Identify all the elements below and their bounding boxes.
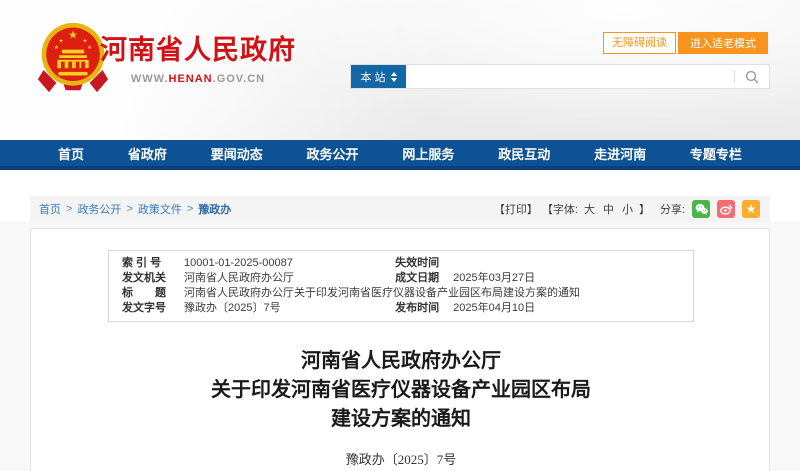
font-size-large[interactable]: 大 — [584, 201, 595, 217]
search-bar: 本 站 — [350, 64, 770, 89]
national-emblem-logo[interactable]: ★ ★ ★ ★ ★ — [36, 22, 110, 94]
svg-text:★: ★ — [87, 45, 92, 51]
share-qzone-button[interactable]: ★ — [742, 200, 760, 218]
site-scope-select[interactable]: 本 站 — [351, 65, 406, 88]
nav-item-special-topics[interactable]: 专题专栏 — [690, 144, 742, 163]
site-url-domain: HENAN — [168, 73, 213, 85]
star-icon: ★ — [745, 202, 757, 216]
doc-number-label: 发文字号 — [122, 302, 166, 314]
article-title: 河南省人民政府办公厅 关于印发河南省医疗仪器设备产业园区布局 建设方案的通知 — [31, 347, 771, 434]
wechat-icon — [695, 203, 708, 215]
doc-number-value: 豫政办〔2025〕7号 — [184, 302, 281, 314]
issuing-agency-label: 发文机关 — [122, 272, 166, 284]
breadcrumb-separator: > — [66, 203, 73, 215]
nav-item-interaction[interactable]: 政民互动 — [498, 144, 550, 163]
nav-item-home[interactable]: 首页 — [58, 144, 84, 163]
article-title-line2: 关于印发河南省医疗仪器设备产业园区布局 — [211, 379, 591, 401]
breadcrumb-bar: 首页 > 政务公开 > 政策文件 > 豫政办 【打印】 【字体: 大 中 小 】… — [30, 196, 770, 222]
site-url: WWW.HENAN.GOV.CN — [100, 73, 296, 85]
table-row: 索 引 号 10001-01-2025-00087 失效时间 — [109, 256, 693, 271]
article-title-line1: 河南省人民政府办公厅 — [301, 350, 501, 372]
issuing-agency-value: 河南省人民政府办公厅 — [184, 272, 294, 284]
share-wechat-button[interactable] — [692, 200, 710, 218]
publish-date-value: 2025年04月10日 — [453, 302, 536, 314]
nav-item-news[interactable]: 要闻动态 — [211, 144, 263, 163]
doc-title-label: 标 题 — [122, 287, 166, 299]
doc-index-label: 索 引 号 — [122, 257, 162, 269]
emblem-icon: ★ ★ ★ ★ ★ — [37, 22, 109, 93]
share-weibo-button[interactable] — [717, 200, 735, 218]
nav-item-about-henan[interactable]: 走进河南 — [594, 144, 646, 163]
article-doc-number: 豫政办〔2025〕7号 — [345, 452, 457, 467]
header-actions: 无障碍阅读 进入适老模式 — [603, 32, 768, 54]
written-date-value: 2025年03月27日 — [453, 272, 536, 284]
svg-text:★: ★ — [59, 38, 64, 44]
article-card: 索 引 号 10001-01-2025-00087 失效时间 发文机关 河南省人… — [30, 228, 770, 471]
breadcrumb-separator: > — [126, 203, 133, 215]
svg-text:★: ★ — [83, 38, 88, 44]
table-row: 发文字号 豫政办〔2025〕7号 发布时间 2025年04月10日 — [109, 301, 693, 316]
site-identity: 河南省人民政府 WWW.HENAN.GOV.CN — [100, 28, 296, 85]
share-label: 分享: — [659, 204, 685, 216]
breadcrumb-policy-files[interactable]: 政策文件 — [138, 201, 182, 217]
expiry-label: 失效时间 — [395, 257, 440, 269]
article-title-line3: 建设方案的通知 — [331, 408, 471, 430]
breadcrumb-home[interactable]: 首页 — [39, 201, 61, 217]
elder-mode-button[interactable]: 进入适老模式 — [678, 32, 768, 54]
svg-text:★: ★ — [54, 45, 59, 51]
nav-item-online-services[interactable]: 网上服务 — [402, 144, 454, 163]
written-date-label: 成文日期 — [395, 272, 440, 284]
svg-text:★: ★ — [68, 30, 78, 42]
search-button[interactable] — [735, 65, 769, 88]
breadcrumb-current: 豫政办 — [198, 204, 232, 216]
site-url-suffix: .GOV.CN — [212, 73, 266, 85]
accessibility-button[interactable]: 无障碍阅读 — [603, 32, 676, 54]
weibo-icon — [719, 204, 733, 215]
site-url-www: WWW. — [130, 73, 169, 85]
main-nav: 首页 省政府 要闻动态 政务公开 网上服务 政民互动 走进河南 专题专栏 — [0, 140, 800, 170]
breadcrumb: 首页 > 政务公开 > 政策文件 > 豫政办 — [39, 201, 231, 217]
scope-label: 本 站 — [360, 71, 386, 84]
doc-title-value: 河南省人民政府办公厅关于印发河南省医疗仪器设备产业园区布局建设方案的通知 — [184, 287, 580, 299]
table-row: 发文机关 河南省人民政府办公厅 成文日期 2025年03月27日 — [109, 271, 693, 286]
font-size-label-close: 】 — [638, 204, 650, 216]
font-size-small[interactable]: 小 — [622, 201, 633, 217]
doc-index-value: 10001-01-2025-00087 — [184, 257, 293, 269]
expiry-value — [445, 256, 453, 271]
select-arrows-icon — [390, 71, 397, 82]
search-icon — [745, 70, 759, 83]
breadcrumb-separator: > — [186, 203, 194, 215]
site-title: 河南省人民政府 — [100, 35, 296, 65]
doc-info-table: 索 引 号 10001-01-2025-00087 失效时间 发文机关 河南省人… — [108, 250, 694, 322]
print-button[interactable]: 【打印】 — [494, 201, 538, 217]
page: ★ ★ ★ ★ ★ 河南省人民政府 WWW.HENAN.GOV.CN 无障碍阅读… — [0, 0, 800, 471]
nav-item-gov-affairs[interactable]: 政务公开 — [307, 144, 359, 163]
search-input[interactable] — [406, 65, 734, 88]
font-size-label: 【字体: — [541, 204, 578, 216]
breadcrumb-gov-affairs[interactable]: 政务公开 — [77, 201, 121, 217]
table-row: 标 题 河南省人民政府办公厅关于印发河南省医疗仪器设备产业园区布局建设方案的通知 — [109, 286, 693, 301]
publish-date-label: 发布时间 — [395, 302, 440, 314]
site-header: ★ ★ ★ ★ ★ 河南省人民政府 WWW.HENAN.GOV.CN 无障碍阅读… — [0, 0, 800, 140]
nav-item-provincial-gov[interactable]: 省政府 — [128, 144, 167, 163]
page-tools: 【打印】 【字体: 大 中 小 】 分享: ★ — [494, 200, 760, 218]
font-size-medium[interactable]: 中 — [603, 201, 614, 217]
